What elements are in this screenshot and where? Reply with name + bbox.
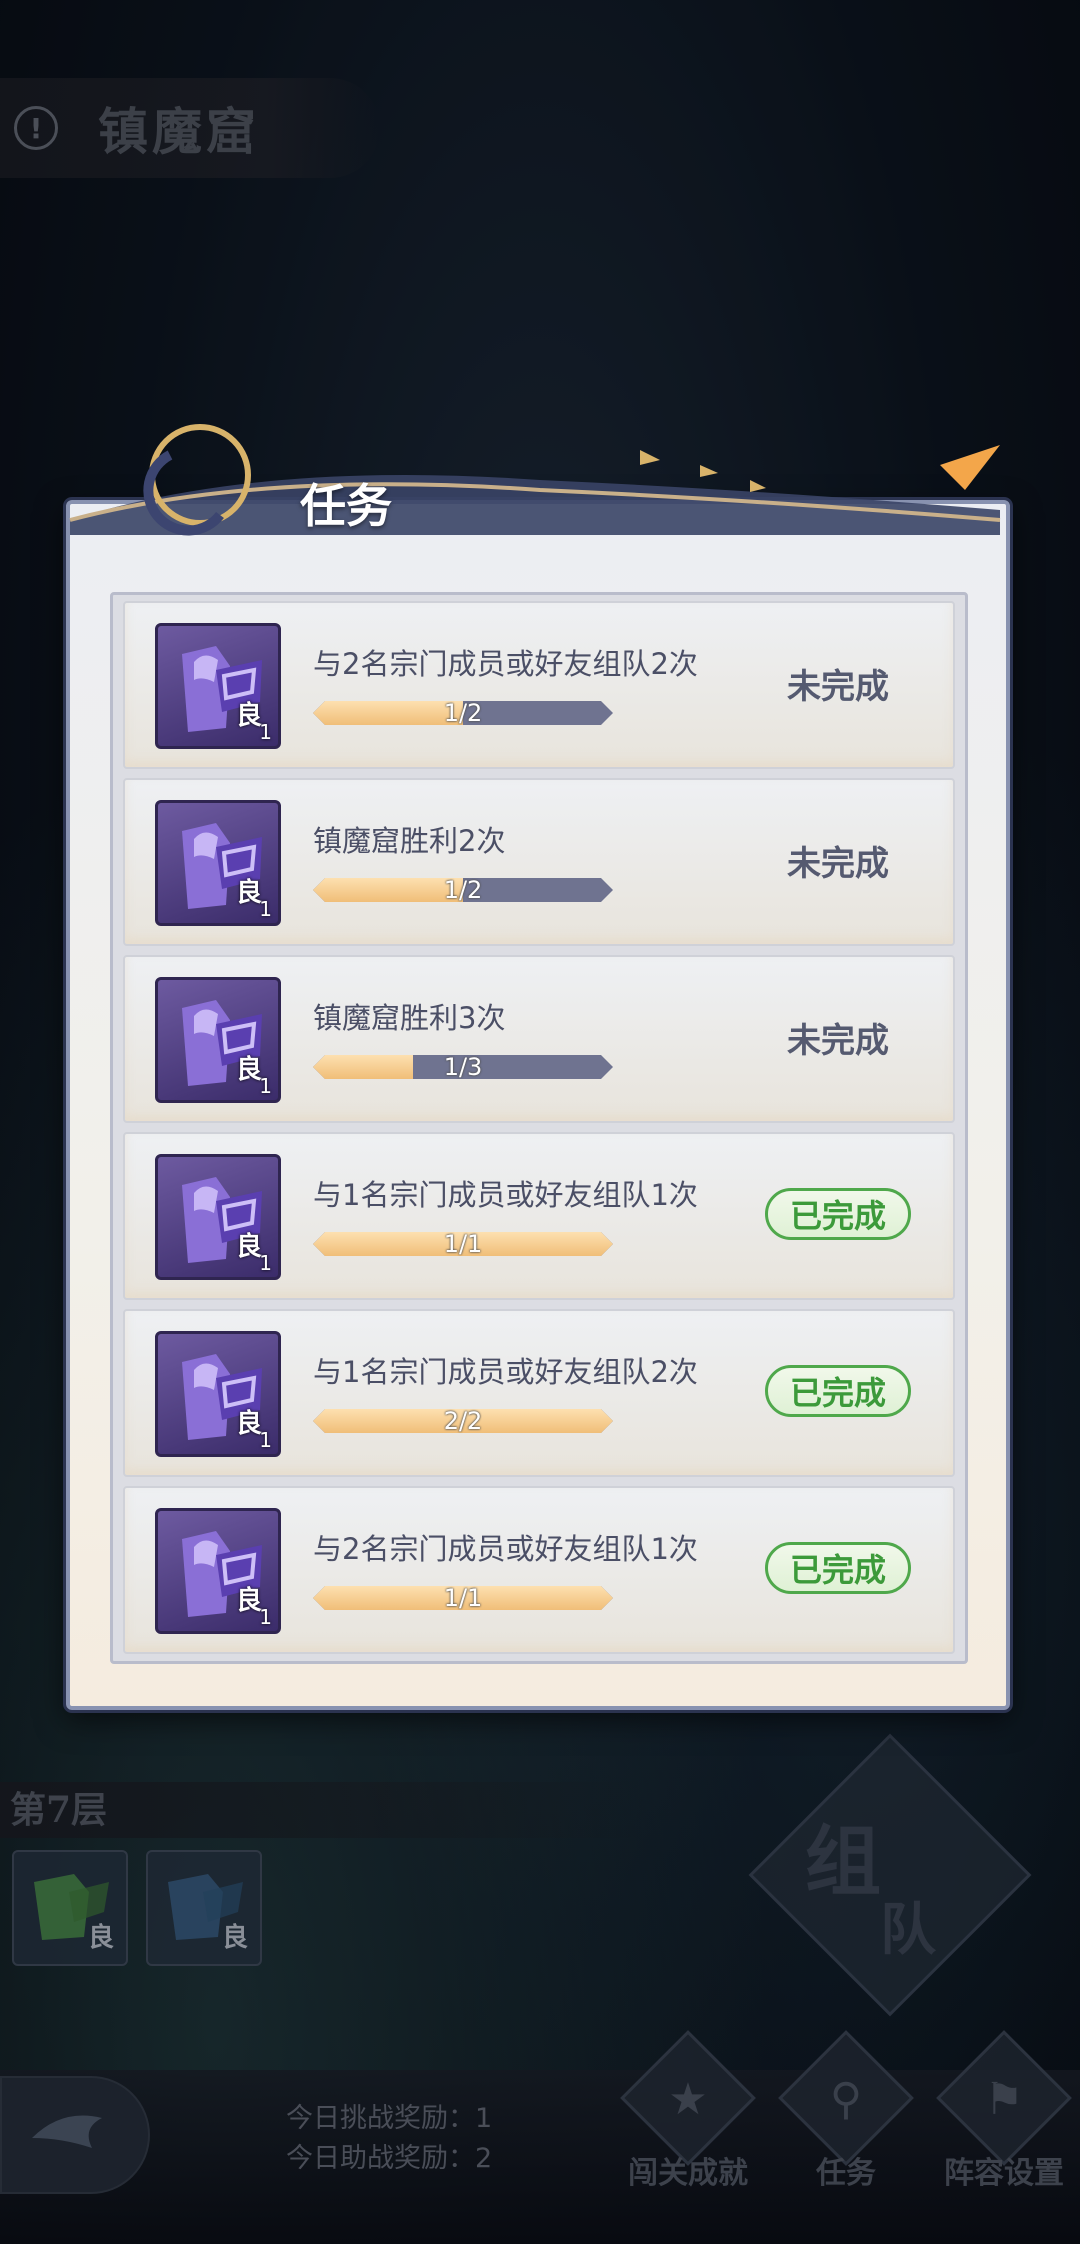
task-description: 与2名宗门成员或好友组队1次 (313, 1532, 698, 1566)
task-row: 良 1 镇魔窟胜利3次 1/3 未完成 (123, 955, 955, 1123)
status-incomplete-text: 未完成 (787, 667, 889, 707)
task-progress-bar: 1/2 (313, 878, 613, 902)
nav-label: 阵容设置 (944, 2156, 1064, 2191)
task-description: 镇魔窟胜利2次 (313, 824, 506, 858)
task-row: 良 1 与2名宗门成员或好友组队2次 1/2 未完成 (123, 601, 955, 769)
status-complete-badge[interactable]: 已完成 (765, 1542, 911, 1594)
task-progress-bar: 1/3 (313, 1055, 613, 1079)
status-incomplete-text: 未完成 (787, 1021, 889, 1061)
progress-text: 1/3 (443, 1053, 483, 1081)
team-button-label: 队 (880, 1897, 936, 1963)
progress-text: 1/1 (443, 1584, 483, 1612)
floor-label: 第7层 (0, 1782, 650, 1838)
nav-lineup[interactable]: ⚑ 阵容设置 (934, 2030, 1074, 2230)
task-row: 良 1 与1名宗门成员或好友组队2次 2/2 已完成 (123, 1309, 955, 1477)
nav-achievements[interactable]: ★ 闯关成就 (618, 2030, 758, 2230)
reward-count: 1 (259, 1251, 272, 1275)
task-progress-bar: 2/2 (313, 1409, 613, 1433)
back-button[interactable] (0, 2076, 150, 2194)
alert-icon[interactable]: ! (14, 106, 58, 150)
progress-text: 1/2 (443, 699, 483, 727)
reward-count: 1 (259, 897, 272, 921)
reward-item[interactable]: 良 1 (155, 800, 281, 926)
task-progress-bar: 1/1 (313, 1232, 613, 1256)
task-description: 与1名宗门成员或好友组队2次 (313, 1355, 698, 1389)
task-list: 良 1 与2名宗门成员或好友组队2次 1/2 未完成 良 1 镇魔窟胜利2次 1… (110, 592, 968, 1664)
reward-item[interactable]: 良 1 (155, 1154, 281, 1280)
task-description: 与2名宗门成员或好友组队2次 (313, 647, 698, 681)
floor-reward-item[interactable]: 良 (146, 1850, 262, 1966)
status-incomplete-text: 未完成 (787, 844, 889, 884)
nav-label: 闯关成就 (628, 2156, 748, 2191)
reward-item[interactable]: 良 1 (155, 1508, 281, 1634)
reward-item[interactable]: 良 1 (155, 623, 281, 749)
bottom-bar (0, 2070, 1080, 2244)
reward-item[interactable]: 良 1 (155, 1331, 281, 1457)
progress-text: 2/2 (443, 1407, 483, 1435)
status-complete-badge[interactable]: 已完成 (765, 1188, 911, 1240)
task-modal: 良 1 与2名宗门成员或好友组队2次 1/2 未完成 良 1 镇魔窟胜利2次 1… (66, 500, 1010, 1710)
nav-label: 任务 (816, 2156, 876, 2191)
location-title: 镇魔窟 (98, 102, 260, 161)
bird-icon (32, 2115, 102, 2148)
location-header[interactable]: ! 镇魔窟 (0, 78, 380, 178)
reward-count: 1 (259, 1074, 272, 1098)
task-progress-bar: 1/1 (313, 1586, 613, 1610)
task-description: 镇魔窟胜利3次 (313, 1001, 506, 1035)
flag-icon: ⚑ (984, 2074, 1024, 2125)
reward-count: 1 (259, 1428, 272, 1452)
task-row: 良 1 镇魔窟胜利2次 1/2 未完成 (123, 778, 955, 946)
modal-title: 任务 (300, 479, 392, 533)
task-row: 良 1 与2名宗门成员或好友组队1次 1/1 已完成 (123, 1486, 955, 1654)
floor-reward-item[interactable]: 良 (12, 1850, 128, 1966)
progress-text: 1/2 (443, 876, 483, 904)
assist-reward-text: 今日助战奖励：2 (286, 2143, 493, 2174)
nav-tasks[interactable]: ⚲ 任务 (776, 2030, 916, 2230)
progress-text: 1/1 (443, 1230, 483, 1258)
task-row: 良 1 与1名宗门成员或好友组队1次 1/1 已完成 (123, 1132, 955, 1300)
scroll-icon: ⚲ (829, 2074, 863, 2125)
reward-count: 1 (259, 720, 272, 744)
star-icon: ★ (668, 2074, 708, 2125)
reward-count: 1 (259, 1605, 272, 1629)
modal-header-decoration (69, 424, 1001, 536)
reward-quality: 良 (87, 1923, 114, 1953)
challenge-reward-text: 今日挑战奖励：1 (286, 2103, 493, 2134)
task-description: 与1名宗门成员或好友组队1次 (313, 1178, 698, 1212)
reward-quality: 良 (221, 1923, 248, 1953)
reward-item[interactable]: 良 1 (155, 977, 281, 1103)
team-button-label: 组 (805, 1817, 881, 1906)
task-progress-bar: 1/2 (313, 701, 613, 725)
status-complete-badge[interactable]: 已完成 (765, 1365, 911, 1417)
